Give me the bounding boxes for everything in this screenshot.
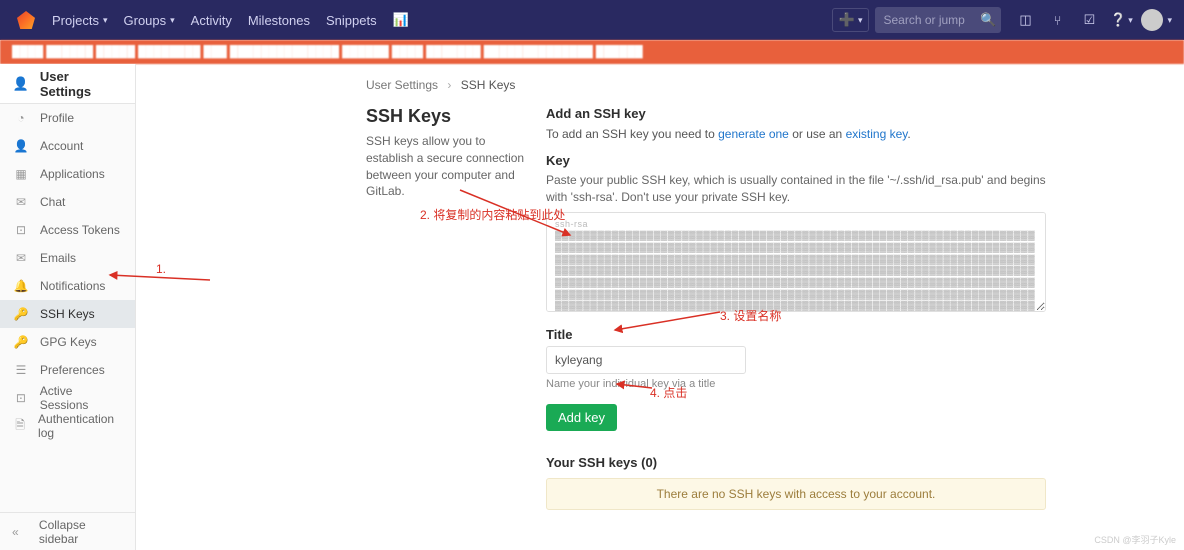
sidebar-icon: 🔔 [12, 279, 30, 293]
new-dropdown[interactable]: ➕▾ [832, 8, 870, 32]
nav-snippets[interactable]: Snippets [318, 0, 385, 40]
global-search[interactable]: 🔍 [875, 7, 1001, 33]
sidebar-item-label: Access Tokens [40, 223, 120, 237]
broadcast-message: ████ ██████ █████ ████████ ███ █████████… [0, 40, 1184, 64]
chevron-left-icon: « [12, 525, 29, 539]
sidebar-item-label: Account [40, 139, 83, 153]
empty-keys-message: There are no SSH keys with access to you… [546, 478, 1046, 510]
ssh-key-textarea[interactable]: ssh-rsa ▓▓▓▓▓▓▓▓▓▓▓▓▓▓▓▓▓▓▓▓▓▓▓▓▓▓▓▓▓▓▓▓… [546, 212, 1046, 312]
nav-graph-icon[interactable]: 📊 [385, 0, 417, 40]
sidebar-icon: 👤 [12, 139, 30, 153]
sidebar-icon: 🔑 [12, 335, 30, 349]
sidebar-item-chat[interactable]: ✉ Chat [0, 188, 135, 216]
sidebar-icon: ▦ [12, 167, 30, 181]
sidebar-item-emails[interactable]: ✉ Emails [0, 244, 135, 272]
nav-activity[interactable]: Activity [183, 0, 240, 40]
sidebar-icon: ⊡ [12, 391, 30, 405]
sidebar-header: 👤 User Settings [0, 64, 135, 104]
collapse-label: Collapse sidebar [39, 518, 123, 546]
search-input[interactable] [875, 6, 975, 34]
nav-projects[interactable]: Projects▾ [44, 0, 116, 40]
sidebar-item-label: Chat [40, 195, 65, 209]
sidebar-item-label: Emails [40, 251, 76, 265]
sidebar-item-active-sessions[interactable]: ⊡ Active Sessions [0, 384, 135, 412]
collapse-sidebar[interactable]: « Collapse sidebar [0, 512, 135, 550]
nav-milestones[interactable]: Milestones [240, 0, 318, 40]
sidebar-icon: 🗎 [12, 416, 28, 437]
sidebar-item-label: GPG Keys [40, 335, 97, 349]
sidebar-item-applications[interactable]: ▦ Applications [0, 160, 135, 188]
todos-icon[interactable]: ☑ [1073, 0, 1105, 40]
user-avatar[interactable] [1141, 9, 1163, 31]
sidebar-item-profile[interactable]: ◔ Profile [0, 104, 135, 132]
breadcrumb-current: SSH Keys [461, 78, 516, 92]
sidebar-item-label: Preferences [40, 363, 105, 377]
breadcrumb-root[interactable]: User Settings [366, 78, 438, 92]
key-title-input[interactable] [546, 346, 746, 374]
breadcrumb: User Settings › SSH Keys [136, 64, 1184, 106]
sidebar-item-label: Active Sessions [40, 384, 123, 412]
sidebar-item-label: Applications [40, 167, 105, 181]
help-icon[interactable]: ❔▾ [1105, 0, 1137, 40]
sidebar-icon: ◔ [12, 111, 30, 125]
sidebar-icon: ☰ [12, 363, 30, 377]
add-key-heading: Add an SSH key [546, 106, 1046, 121]
sidebar-item-access-tokens[interactable]: ⊡ Access Tokens [0, 216, 135, 244]
sidebar-item-gpg-keys[interactable]: 🔑 GPG Keys [0, 328, 135, 356]
title-label: Title [546, 327, 1046, 342]
sidebar-icon: ✉ [12, 251, 30, 265]
gitlab-logo[interactable] [14, 8, 38, 32]
sidebar-item-label: Notifications [40, 279, 105, 293]
sidebar-item-authentication-log[interactable]: 🗎 Authentication log [0, 412, 135, 440]
sidebar-item-notifications[interactable]: 🔔 Notifications [0, 272, 135, 300]
sidebar-item-preferences[interactable]: ☰ Preferences [0, 356, 135, 384]
title-hint: Name your individual key via a title [546, 378, 1046, 390]
issues-icon[interactable]: ◫ [1009, 0, 1041, 40]
key-label: Key [546, 153, 1046, 168]
page-desc: SSH keys allow you to establish a secure… [366, 133, 526, 200]
sidebar-item-account[interactable]: 👤 Account [0, 132, 135, 160]
sidebar-icon: ✉ [12, 195, 30, 209]
sidebar-icon: 🔑 [12, 307, 30, 321]
existing-link[interactable]: existing key [846, 127, 908, 141]
sidebar-title: User Settings [40, 69, 123, 99]
generate-link[interactable]: generate one [718, 127, 789, 141]
sidebar-item-label: SSH Keys [40, 307, 95, 321]
watermark: CSDN @李羽子Kyle [1094, 533, 1176, 546]
search-icon[interactable]: 🔍 [975, 12, 1001, 28]
key-help: Paste your public SSH key, which is usua… [546, 172, 1046, 206]
your-keys-heading: Your SSH keys (0) [546, 455, 1046, 470]
nav-groups[interactable]: Groups▾ [116, 0, 183, 40]
top-navbar: Projects▾ Groups▾ Activity Milestones Sn… [0, 0, 1184, 40]
user-icon: 👤 [12, 76, 30, 92]
add-key-button[interactable]: Add key [546, 404, 617, 431]
settings-sidebar: 👤 User Settings ◔ Profile 👤 Account ▦ Applica… [0, 64, 136, 550]
sidebar-item-ssh-keys[interactable]: 🔑 SSH Keys [0, 300, 135, 328]
sidebar-icon: ⊡ [12, 223, 30, 237]
sidebar-item-label: Authentication log [38, 412, 123, 440]
main-content: User Settings › SSH Keys SSH Keys SSH ke… [136, 64, 1184, 550]
page-title: SSH Keys [366, 106, 526, 127]
merge-requests-icon[interactable]: ⑂ [1041, 0, 1073, 40]
add-key-help: To add an SSH key you need to generate o… [546, 127, 1046, 141]
sidebar-item-label: Profile [40, 111, 74, 125]
